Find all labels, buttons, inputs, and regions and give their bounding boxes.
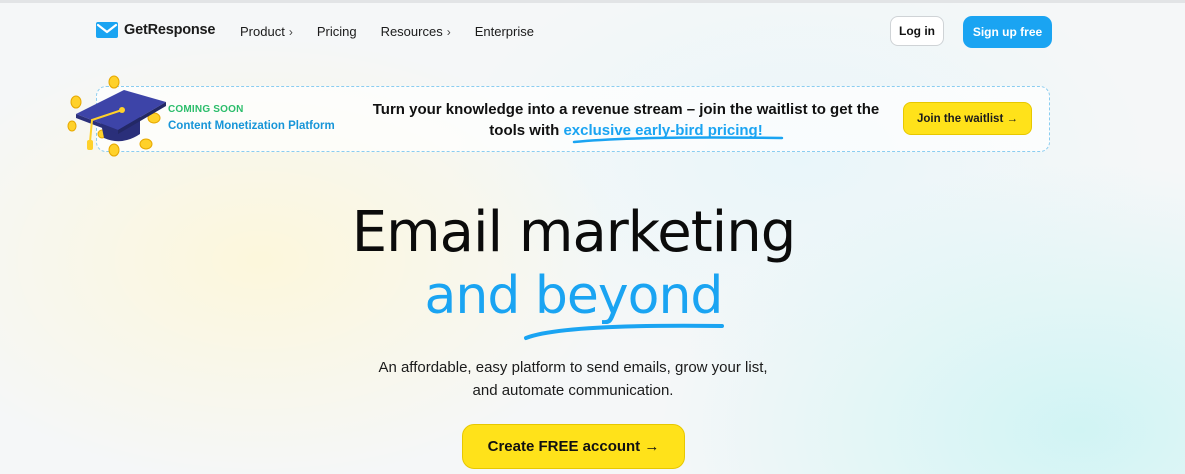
- nav-resources[interactable]: Resources ›: [381, 24, 451, 39]
- browser-top-border: [0, 0, 1185, 3]
- join-waitlist-button[interactable]: Join the waitlist →: [903, 102, 1032, 135]
- hero-subtitle: An affordable, easy platform to send ema…: [378, 359, 768, 399]
- login-button[interactable]: Log in: [890, 16, 944, 46]
- hero-underline-icon: [524, 323, 724, 340]
- nav-product-label: Product: [240, 24, 285, 39]
- chevron-right-icon: ›: [446, 24, 451, 39]
- nav-enterprise[interactable]: Enterprise: [475, 24, 534, 39]
- nav-resources-label: Resources: [380, 24, 443, 39]
- signup-button[interactable]: Sign up free: [963, 16, 1052, 48]
- nav-enterprise-label: Enterprise: [474, 24, 534, 39]
- hero-title-line1: Email marketing: [351, 200, 797, 265]
- chevron-right-icon: ›: [288, 24, 293, 39]
- nav-product[interactable]: Product ›: [240, 24, 293, 39]
- brand-name: GetResponse: [124, 22, 216, 38]
- main-nav: Product › Pricing Resources › Enterprise: [240, 24, 534, 39]
- brand-logo[interactable]: GetResponse: [96, 22, 215, 38]
- coming-soon-badge: COMING SOON: [168, 104, 244, 115]
- nav-pricing[interactable]: Pricing: [317, 24, 357, 39]
- create-account-button[interactable]: Create FREE account →: [462, 424, 685, 469]
- envelope-logo-icon: [96, 22, 118, 38]
- highlight-underline-icon: [572, 136, 784, 144]
- nav-pricing-label: Pricing: [316, 24, 357, 39]
- graduation-cap-coins-icon: [67, 75, 166, 157]
- product-name: Content Monetization Platform: [168, 120, 335, 132]
